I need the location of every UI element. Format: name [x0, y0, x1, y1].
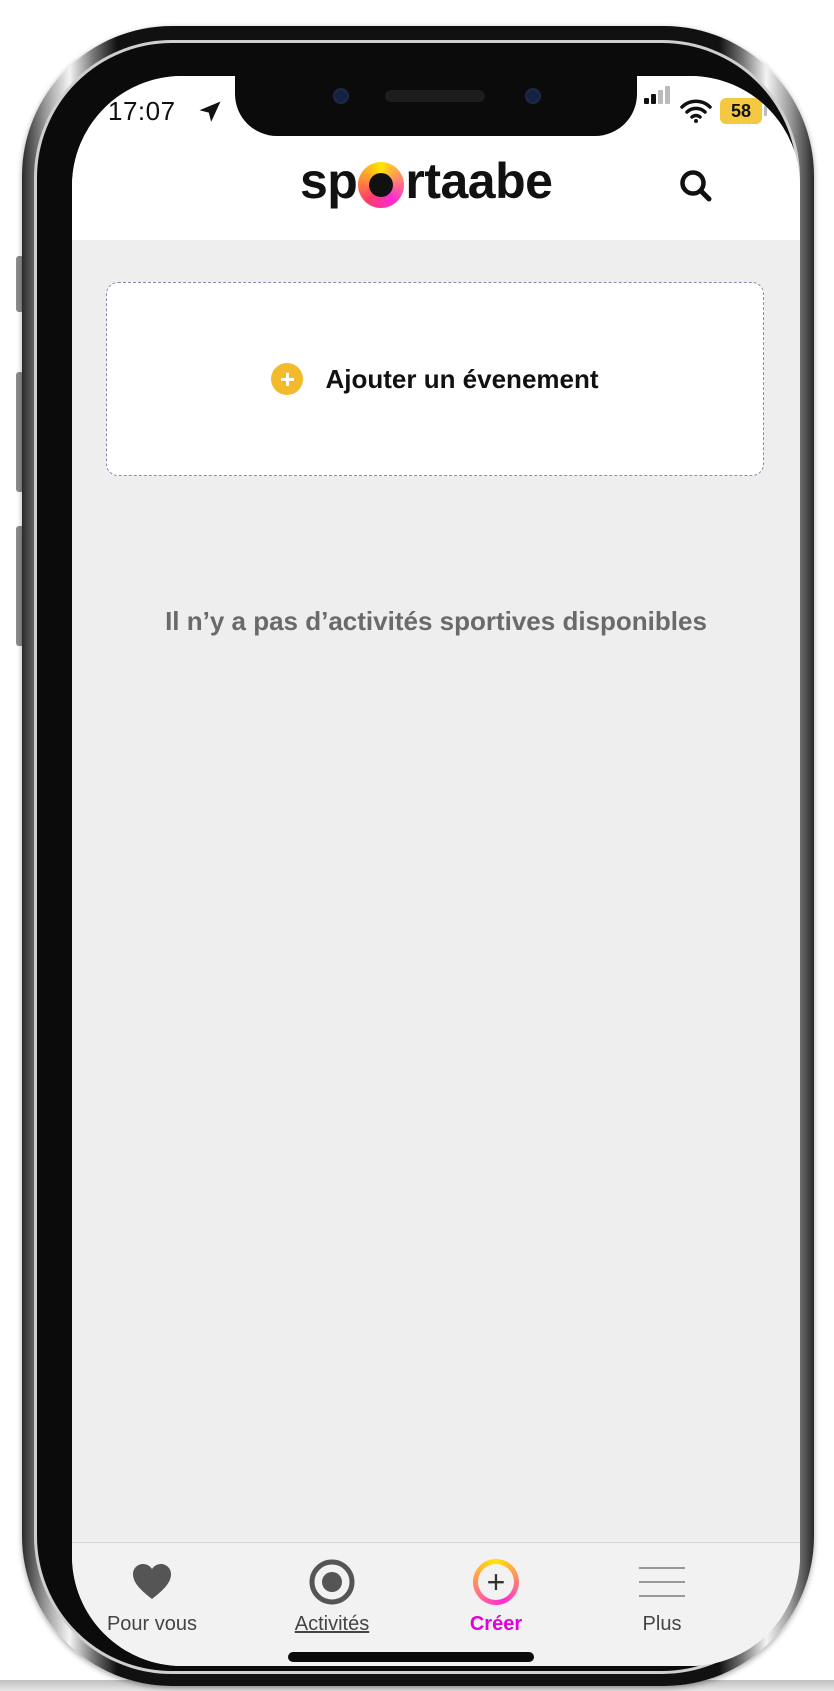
menu-icon: [639, 1567, 685, 1597]
notch: [235, 76, 637, 136]
logo-text-left: sp: [300, 153, 358, 209]
tab-creer[interactable]: + Créer: [446, 1543, 546, 1666]
plus-ring-icon: +: [473, 1559, 519, 1605]
plus-circle-icon: +: [271, 363, 304, 395]
speaker-grille: [385, 90, 485, 102]
tab-plus[interactable]: Plus: [612, 1543, 712, 1666]
tab-label: Plus: [642, 1613, 682, 1635]
heart-icon: [133, 1564, 171, 1599]
search-icon[interactable]: [676, 166, 716, 206]
status-time: 17:07: [108, 96, 176, 126]
sensor-icon: [525, 88, 541, 104]
location-arrow-icon: [199, 101, 221, 122]
camera-icon: [333, 88, 349, 104]
app-logo: sp rtaabe: [300, 146, 553, 216]
tab-activites[interactable]: Activités: [272, 1543, 392, 1666]
logo-ring-icon: [358, 162, 405, 208]
add-event-button[interactable]: + Ajouter un évenement: [106, 282, 764, 476]
app-header: 17:07 58 sp rtaabe: [72, 76, 800, 240]
tab-label: Créer: [469, 1613, 523, 1635]
add-event-label: Ajouter un évenement: [325, 363, 599, 394]
phone-screen: 17:07 58 sp rtaabe + Ajouter un évenemen…: [72, 76, 800, 1666]
wifi-icon: [680, 99, 712, 123]
battery-indicator: 58: [720, 98, 762, 124]
target-icon: [309, 1559, 355, 1605]
tab-label: Activités: [294, 1613, 370, 1635]
empty-state-message: Il n’y a pas d’activités sportives dispo…: [165, 606, 707, 636]
home-indicator[interactable]: [288, 1652, 534, 1662]
tab-pour-vous[interactable]: Pour vous: [102, 1543, 202, 1666]
tab-label: Pour vous: [106, 1613, 198, 1635]
logo-text-right: rtaabe: [405, 153, 553, 209]
bottom-tab-bar: Pour vous Activités + Créer Plus: [72, 1542, 800, 1666]
battery-tip: [764, 106, 767, 116]
